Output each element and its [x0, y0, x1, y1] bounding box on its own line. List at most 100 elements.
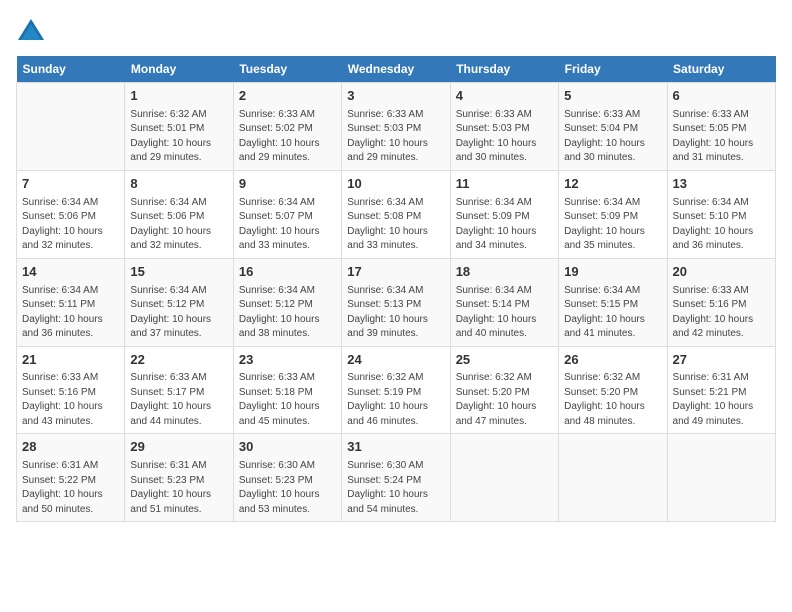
calendar-body: 1 Sunrise: 6:32 AM Sunset: 5:01 PM Daylig… [17, 83, 776, 522]
calendar-cell: 4Sunrise: 6:33 AM Sunset: 5:03 PM Daylig… [450, 83, 558, 171]
day-info: Sunrise: 6:33 AM Sunset: 5:16 PM Dayligh… [22, 371, 119, 429]
day-info: Sunrise: 6:34 AM Sunset: 5:11 PM Dayligh… [22, 284, 119, 342]
day-info: Sunrise: 6:31 AM Sunset: 5:22 PM Dayligh… [22, 459, 119, 517]
calendar-cell: 24Sunrise: 6:32 AM Sunset: 5:19 PM Dayli… [342, 346, 450, 434]
calendar-cell [17, 83, 125, 171]
day-number: 3 [347, 87, 444, 106]
calendar-cell [559, 434, 667, 522]
day-info: Sunrise: 6:32 AM Sunset: 5:01 PM Dayligh… [130, 108, 227, 166]
day-info: Sunrise: 6:34 AM Sunset: 5:09 PM Dayligh… [564, 196, 661, 254]
day-info: Sunrise: 6:34 AM Sunset: 5:09 PM Dayligh… [456, 196, 553, 254]
day-info: Sunrise: 6:32 AM Sunset: 5:20 PM Dayligh… [564, 371, 661, 429]
calendar-cell: 29 Sunrise: 6:31 AM Sunset: 5:23 PM Dayli… [125, 434, 233, 522]
day-info: Sunrise: 6:33 AM Sunset: 5:03 PM Dayligh… [347, 108, 444, 166]
calendar-week-row: 28Sunrise: 6:31 AM Sunset: 5:22 PM Dayli… [17, 434, 776, 522]
day-number: 29 [130, 438, 227, 457]
calendar-cell: 11Sunrise: 6:34 AM Sunset: 5:09 PM Dayli… [450, 170, 558, 258]
logo-icon [16, 16, 46, 46]
day-number: 6 [673, 87, 770, 106]
calendar-cell: 20 Sunrise: 6:33 AM Sunset: 5:16 PM Dayli… [667, 258, 775, 346]
calendar-cell: 15 Sunrise: 6:34 AM Sunset: 5:12 PM Dayli… [125, 258, 233, 346]
day-number: 8 [130, 175, 227, 194]
day-number: 16 [239, 263, 336, 282]
day-number: 10 [347, 175, 444, 194]
day-number: 19 [564, 263, 661, 282]
day-info: Sunrise: 6:34 AM Sunset: 5:15 PM Dayligh… [564, 284, 661, 342]
day-info: Sunrise: 6:33 AM Sunset: 5:02 PM Dayligh… [239, 108, 336, 166]
day-info: Sunrise: 6:33 AM Sunset: 5:18 PM Dayligh… [239, 371, 336, 429]
day-info: Sunrise: 6:34 AM Sunset: 5:12 PM Dayligh… [239, 284, 336, 342]
day-info: Sunrise: 6:34 AM Sunset: 5:12 PM Dayligh… [130, 284, 227, 342]
calendar-cell: 3 Sunrise: 6:33 AM Sunset: 5:03 PM Daylig… [342, 83, 450, 171]
day-info: Sunrise: 6:33 AM Sunset: 5:16 PM Dayligh… [673, 284, 770, 342]
calendar-cell: 23Sunrise: 6:33 AM Sunset: 5:18 PM Dayli… [233, 346, 341, 434]
day-number: 30 [239, 438, 336, 457]
logo [16, 16, 50, 46]
calendar-cell: 16 Sunrise: 6:34 AM Sunset: 5:12 PM Dayli… [233, 258, 341, 346]
calendar-cell [450, 434, 558, 522]
day-info: Sunrise: 6:34 AM Sunset: 5:06 PM Dayligh… [22, 196, 119, 254]
calendar-week-row: 21Sunrise: 6:33 AM Sunset: 5:16 PM Dayli… [17, 346, 776, 434]
calendar-week-row: 14 Sunrise: 6:34 AM Sunset: 5:11 PM Dayli… [17, 258, 776, 346]
day-info: Sunrise: 6:33 AM Sunset: 5:03 PM Dayligh… [456, 108, 553, 166]
day-number: 7 [22, 175, 119, 194]
calendar-cell: 26Sunrise: 6:32 AM Sunset: 5:20 PM Dayli… [559, 346, 667, 434]
calendar-cell: 1 Sunrise: 6:32 AM Sunset: 5:01 PM Daylig… [125, 83, 233, 171]
day-number: 14 [22, 263, 119, 282]
page-header [16, 16, 776, 46]
day-info: Sunrise: 6:34 AM Sunset: 5:10 PM Dayligh… [673, 196, 770, 254]
calendar-header-row: Sunday Monday Tuesday Wednesday Thursday… [17, 56, 776, 83]
day-info: Sunrise: 6:30 AM Sunset: 5:23 PM Dayligh… [239, 459, 336, 517]
calendar-cell: 13 Sunrise: 6:34 AM Sunset: 5:10 PM Dayli… [667, 170, 775, 258]
day-info: Sunrise: 6:34 AM Sunset: 5:06 PM Dayligh… [130, 196, 227, 254]
day-number: 1 [130, 87, 227, 106]
day-number: 13 [673, 175, 770, 194]
col-friday: Friday [559, 56, 667, 83]
day-info: Sunrise: 6:32 AM Sunset: 5:19 PM Dayligh… [347, 371, 444, 429]
calendar-cell: 31 Sunrise: 6:30 AM Sunset: 5:24 PM Dayli… [342, 434, 450, 522]
calendar-cell: 12 Sunrise: 6:34 AM Sunset: 5:09 PM Dayli… [559, 170, 667, 258]
day-info: Sunrise: 6:34 AM Sunset: 5:13 PM Dayligh… [347, 284, 444, 342]
day-info: Sunrise: 6:34 AM Sunset: 5:07 PM Dayligh… [239, 196, 336, 254]
day-number: 25 [456, 351, 553, 370]
calendar-week-row: 1 Sunrise: 6:32 AM Sunset: 5:01 PM Daylig… [17, 83, 776, 171]
day-info: Sunrise: 6:33 AM Sunset: 5:04 PM Dayligh… [564, 108, 661, 166]
day-info: Sunrise: 6:31 AM Sunset: 5:23 PM Dayligh… [130, 459, 227, 517]
col-wednesday: Wednesday [342, 56, 450, 83]
calendar-cell: 21Sunrise: 6:33 AM Sunset: 5:16 PM Dayli… [17, 346, 125, 434]
day-number: 12 [564, 175, 661, 194]
calendar-cell: 18 Sunrise: 6:34 AM Sunset: 5:14 PM Dayli… [450, 258, 558, 346]
calendar-cell: 22Sunrise: 6:33 AM Sunset: 5:17 PM Dayli… [125, 346, 233, 434]
day-info: Sunrise: 6:33 AM Sunset: 5:17 PM Dayligh… [130, 371, 227, 429]
calendar-cell: 9Sunrise: 6:34 AM Sunset: 5:07 PM Daylig… [233, 170, 341, 258]
col-tuesday: Tuesday [233, 56, 341, 83]
day-number: 31 [347, 438, 444, 457]
calendar-cell: 14 Sunrise: 6:34 AM Sunset: 5:11 PM Dayli… [17, 258, 125, 346]
col-saturday: Saturday [667, 56, 775, 83]
day-number: 5 [564, 87, 661, 106]
day-info: Sunrise: 6:30 AM Sunset: 5:24 PM Dayligh… [347, 459, 444, 517]
col-sunday: Sunday [17, 56, 125, 83]
day-info: Sunrise: 6:34 AM Sunset: 5:08 PM Dayligh… [347, 196, 444, 254]
calendar-cell: 27Sunrise: 6:31 AM Sunset: 5:21 PM Dayli… [667, 346, 775, 434]
calendar-cell: 10 Sunrise: 6:34 AM Sunset: 5:08 PM Dayli… [342, 170, 450, 258]
calendar-cell: 19 Sunrise: 6:34 AM Sunset: 5:15 PM Dayli… [559, 258, 667, 346]
day-number: 18 [456, 263, 553, 282]
day-number: 24 [347, 351, 444, 370]
calendar-cell: 6 Sunrise: 6:33 AM Sunset: 5:05 PM Daylig… [667, 83, 775, 171]
day-number: 15 [130, 263, 227, 282]
day-number: 21 [22, 351, 119, 370]
day-info: Sunrise: 6:33 AM Sunset: 5:05 PM Dayligh… [673, 108, 770, 166]
calendar-cell: 5 Sunrise: 6:33 AM Sunset: 5:04 PM Daylig… [559, 83, 667, 171]
day-number: 20 [673, 263, 770, 282]
day-info: Sunrise: 6:32 AM Sunset: 5:20 PM Dayligh… [456, 371, 553, 429]
col-thursday: Thursday [450, 56, 558, 83]
calendar-cell: 25Sunrise: 6:32 AM Sunset: 5:20 PM Dayli… [450, 346, 558, 434]
calendar-cell: 28Sunrise: 6:31 AM Sunset: 5:22 PM Dayli… [17, 434, 125, 522]
calendar-cell [667, 434, 775, 522]
calendar-cell: 30 Sunrise: 6:30 AM Sunset: 5:23 PM Dayli… [233, 434, 341, 522]
day-number: 17 [347, 263, 444, 282]
day-info: Sunrise: 6:34 AM Sunset: 5:14 PM Dayligh… [456, 284, 553, 342]
calendar-cell: 17 Sunrise: 6:34 AM Sunset: 5:13 PM Dayli… [342, 258, 450, 346]
calendar-cell: 7 Sunrise: 6:34 AM Sunset: 5:06 PM Daylig… [17, 170, 125, 258]
